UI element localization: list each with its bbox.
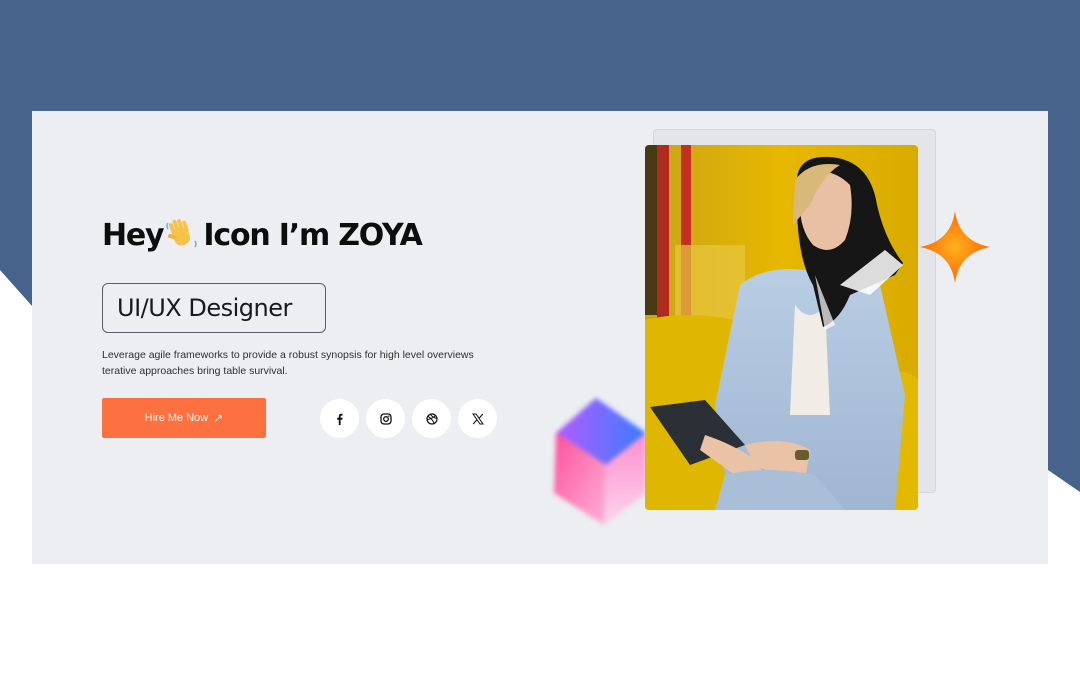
description-line-1: Leverage agile frameworks to provide a r…: [102, 349, 474, 361]
dribbble-icon: [425, 412, 438, 425]
description-line-2: terative approaches bring table survival…: [102, 365, 288, 377]
arrow-up-right-icon: ↗: [213, 411, 224, 425]
hero-section: Hey Icon I’m ZOYA UI/UX Designer Leverag…: [32, 111, 1048, 564]
headline-suffix: Icon I’m ZOYA: [203, 218, 422, 253]
social-links: [320, 399, 497, 438]
role-title: UI/UX Designer: [117, 294, 292, 322]
sparkle-star-icon: [920, 211, 990, 283]
hero-description: Leverage agile frameworks to provide a r…: [102, 347, 522, 379]
instagram-link[interactable]: [366, 399, 405, 438]
waving-hand-icon: [165, 217, 199, 251]
hire-me-button[interactable]: Hire Me Now ↗: [102, 398, 266, 438]
instagram-icon: [379, 412, 392, 425]
hero-headline: Hey Icon I’m ZOYA: [102, 217, 423, 254]
role-title-box: UI/UX Designer: [102, 283, 326, 333]
x-icon: [471, 413, 484, 425]
profile-photo: [645, 145, 918, 510]
facebook-icon: [334, 413, 346, 425]
decorative-cube: [546, 393, 656, 533]
headline-prefix: Hey: [102, 218, 165, 253]
hire-me-label: Hire Me Now: [144, 412, 209, 424]
x-link[interactable]: [458, 399, 497, 438]
facebook-link[interactable]: [320, 399, 359, 438]
dribbble-link[interactable]: [412, 399, 451, 438]
